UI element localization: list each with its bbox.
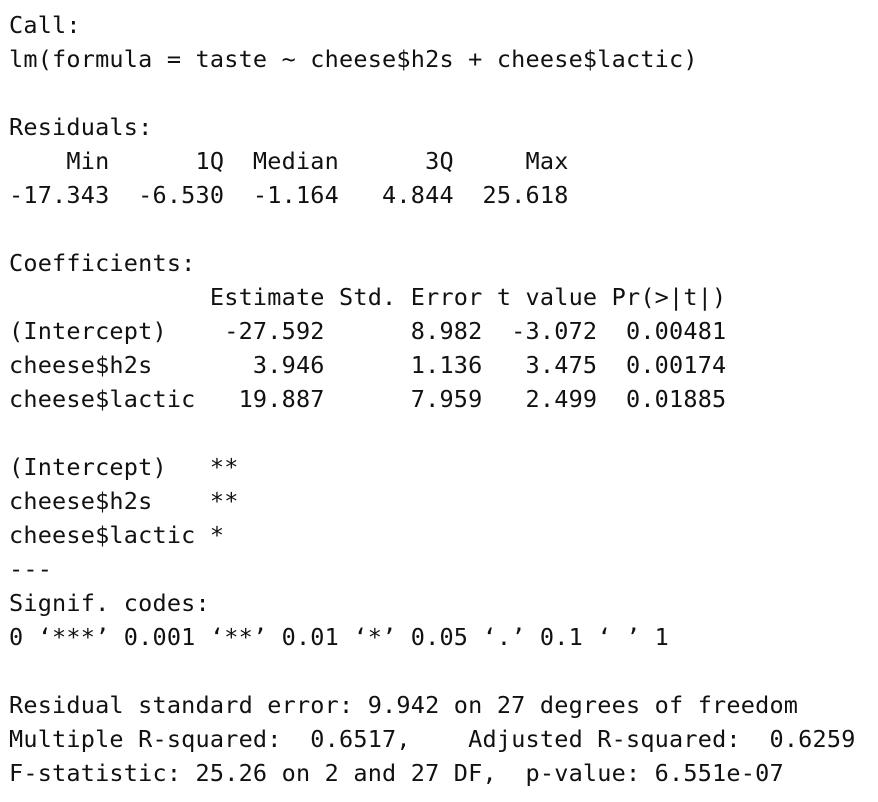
r-squared-line: Multiple R-squared: 0.6517, Adjusted R-s… [9, 725, 870, 753]
residual-standard-error: Residual standard error: 9.942 on 27 deg… [9, 691, 799, 719]
r-console-output: Call: lm(formula = taste ~ cheese$h2s + … [0, 0, 878, 802]
separator: --- [9, 555, 53, 583]
residuals-values: -17.343 -6.530 -1.164 4.844 25.618 [9, 181, 583, 209]
signif-row-h2s: cheese$h2s ** [9, 487, 239, 515]
signif-row-intercept: (Intercept) ** [9, 453, 239, 481]
coefficients-column-headers: Estimate Std. Error t value Pr(>|t|) [9, 283, 727, 311]
residuals-labels: Min 1Q Median 3Q Max [9, 147, 583, 175]
signif-codes-header: Signif. codes: [9, 589, 210, 617]
coefficient-row-h2s: cheese$h2s 3.946 1.136 3.475 0.00174 [9, 351, 727, 379]
f-statistic-line: F-statistic: 25.26 on 2 and 27 DF, p-val… [9, 759, 784, 787]
call-formula: lm(formula = taste ~ cheese$h2s + cheese… [9, 45, 698, 73]
coefficient-row-intercept: (Intercept) -27.592 8.982 -3.072 0.00481 [9, 317, 727, 345]
call-header: Call: [9, 11, 81, 39]
coefficient-row-lactic: cheese$lactic 19.887 7.959 2.499 0.01885 [9, 385, 727, 413]
residuals-header: Residuals: [9, 113, 153, 141]
coefficients-header: Coefficients: [9, 249, 196, 277]
signif-codes-legend: 0 ‘***’ 0.001 ‘**’ 0.01 ‘*’ 0.05 ‘.’ 0.1… [9, 623, 670, 651]
signif-row-lactic: cheese$lactic * [9, 521, 225, 549]
